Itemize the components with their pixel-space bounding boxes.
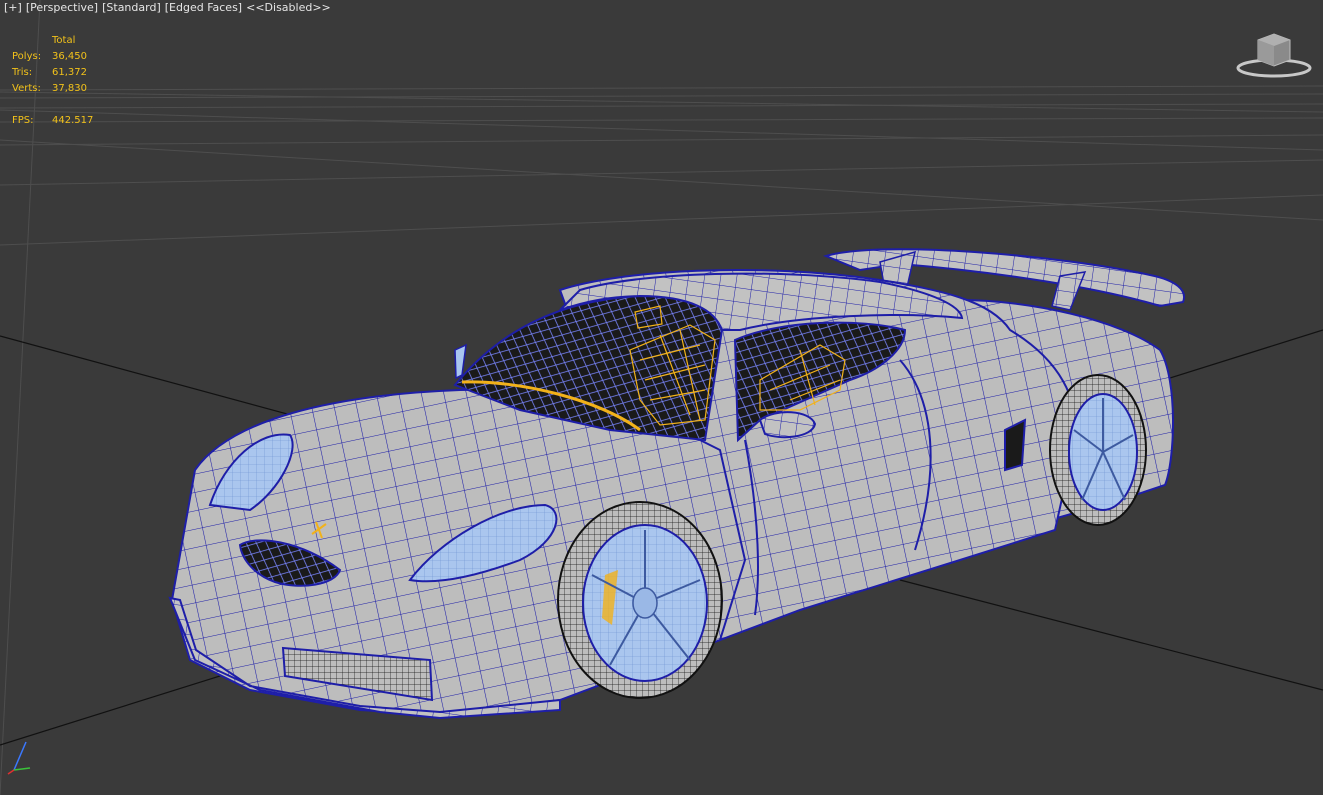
stats-verts-row: Verts: 37,830 xyxy=(12,81,93,97)
polys-value: 36,450 xyxy=(52,51,87,62)
viewcube-icon[interactable] xyxy=(1236,30,1312,80)
viewport-menu-status[interactable]: <<Disabled>> xyxy=(246,1,331,14)
stats-header: Total xyxy=(52,35,76,46)
front-wheel xyxy=(557,501,723,699)
viewport-menu-view[interactable]: [Perspective] xyxy=(26,1,98,14)
tris-label: Tris: xyxy=(12,67,33,78)
viewport-menu-edges[interactable]: [Edged Faces] xyxy=(165,1,242,14)
viewport-label-bar: [+] [Perspective] [Standard] [Edged Face… xyxy=(4,1,331,14)
side-mirror xyxy=(758,411,817,439)
perspective-viewport[interactable]: [+] [Perspective] [Standard] [Edged Face… xyxy=(0,0,1323,795)
rear-wheel xyxy=(1049,374,1147,526)
fps-label: FPS: xyxy=(12,115,34,126)
polys-label: Polys: xyxy=(12,51,42,62)
verts-value: 37,830 xyxy=(52,83,87,94)
tris-value: 61,372 xyxy=(52,67,87,78)
scene-canvas[interactable] xyxy=(0,0,1323,795)
stats-polys-row: Polys: 36,450 xyxy=(12,49,93,65)
scene-statistics: Total Polys: 36,450 Tris: 61,372 Verts: … xyxy=(12,33,93,129)
stats-tris-row: Tris: 61,372 xyxy=(12,65,93,81)
side-intake xyxy=(1004,418,1027,472)
stats-fps-row: FPS: 442.517 xyxy=(12,113,93,129)
stats-header-row: Total xyxy=(12,33,93,49)
viewport-menu-shading[interactable]: [Standard] xyxy=(102,1,161,14)
viewport-menu-plus[interactable]: [+] xyxy=(4,1,22,14)
verts-label: Verts: xyxy=(12,83,41,94)
car-model[interactable] xyxy=(168,248,1186,720)
fps-value: 442.517 xyxy=(52,115,94,126)
axis-tripod-icon xyxy=(7,741,31,775)
